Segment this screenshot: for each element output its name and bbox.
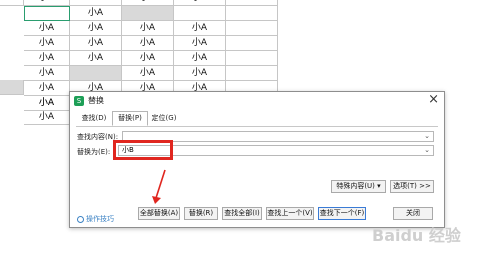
tips-label: 操作技巧: [86, 215, 114, 223]
red-arrow-icon: [152, 169, 166, 204]
tab-find[interactable]: 查找(D): [78, 112, 110, 125]
cell[interactable]: 小A: [122, 36, 174, 51]
close-button[interactable]: 关闭: [393, 207, 433, 220]
cell[interactable]: 小A: [122, 21, 174, 36]
dialog-titlebar[interactable]: S 替换 ×: [70, 92, 444, 110]
chevron-down-icon[interactable]: ⌄: [424, 132, 430, 141]
cell[interactable]: 小A: [70, 21, 122, 36]
cell[interactable]: 小A: [24, 51, 70, 66]
cell[interactable]: 小A: [24, 21, 70, 36]
selected-cell[interactable]: [24, 6, 70, 21]
cell[interactable]: [226, 21, 278, 36]
cell[interactable]: 小A: [24, 66, 70, 81]
cell[interactable]: 小A: [122, 51, 174, 66]
cell[interactable]: [226, 6, 278, 21]
cell[interactable]: 小A: [174, 21, 226, 36]
row-4: 小A 小A 小A 小A: [0, 51, 500, 66]
watermark-text: Baidu 经验: [372, 226, 461, 245]
tab-replace[interactable]: 替换(P): [112, 111, 148, 126]
cell[interactable]: 小A: [70, 6, 122, 21]
special-content-button[interactable]: 特殊内容(U) ▾: [331, 180, 386, 193]
row-2: 小A 小A 小A 小A: [0, 21, 500, 36]
replace-dialog: S 替换 × 查找(D) 替换(P) 定位(G) 查找内容(N): ⌄ 替换为(…: [69, 91, 445, 228]
cell[interactable]: 小A: [70, 51, 122, 66]
find-previous-button[interactable]: 查找上一个(V): [266, 207, 314, 220]
cell[interactable]: 小A: [174, 66, 226, 81]
cell[interactable]: 小A: [174, 51, 226, 66]
cell[interactable]: [174, 6, 226, 21]
find-all-button[interactable]: 查找全部(I): [222, 207, 262, 220]
cell[interactable]: 小A: [122, 66, 174, 81]
replace-label: 替换为(E):: [77, 148, 111, 156]
highlight-box: [113, 140, 173, 160]
cell[interactable]: [122, 6, 174, 21]
cell[interactable]: [226, 66, 278, 81]
cell[interactable]: 小A: [24, 36, 70, 51]
dialog-title: 替换: [88, 96, 104, 105]
tab-divider: [76, 126, 438, 127]
row-3: 小A 小A 小A 小A: [0, 36, 500, 51]
tips-link[interactable]: 操作技巧: [77, 214, 114, 224]
cell[interactable]: [0, 80, 24, 95]
replace-all-button[interactable]: 全部替换(A): [138, 207, 180, 220]
replace-button[interactable]: 替换(R): [184, 207, 218, 220]
cell[interactable]: 小A: [24, 96, 70, 111]
watermark: Baidu 经验: [372, 222, 461, 246]
cell[interactable]: [226, 36, 278, 51]
tips-icon: [77, 215, 84, 223]
row-1: 小A: [0, 6, 500, 21]
row-5: 小A 小A 小A: [0, 66, 500, 81]
cell[interactable]: 小A: [174, 36, 226, 51]
find-label: 查找内容(N):: [77, 133, 119, 141]
find-next-button[interactable]: 查找下一个(F): [318, 207, 366, 220]
cell[interactable]: 小A: [70, 36, 122, 51]
close-icon[interactable]: ×: [428, 92, 439, 108]
cell[interactable]: 小A: [24, 110, 70, 125]
cell[interactable]: [70, 66, 122, 81]
tab-goto[interactable]: 定位(G): [148, 112, 180, 125]
options-button[interactable]: 选项(T) >>: [390, 180, 434, 193]
chevron-down-icon[interactable]: ⌄: [424, 146, 430, 155]
app-icon: S: [74, 96, 84, 106]
cell[interactable]: [226, 51, 278, 66]
